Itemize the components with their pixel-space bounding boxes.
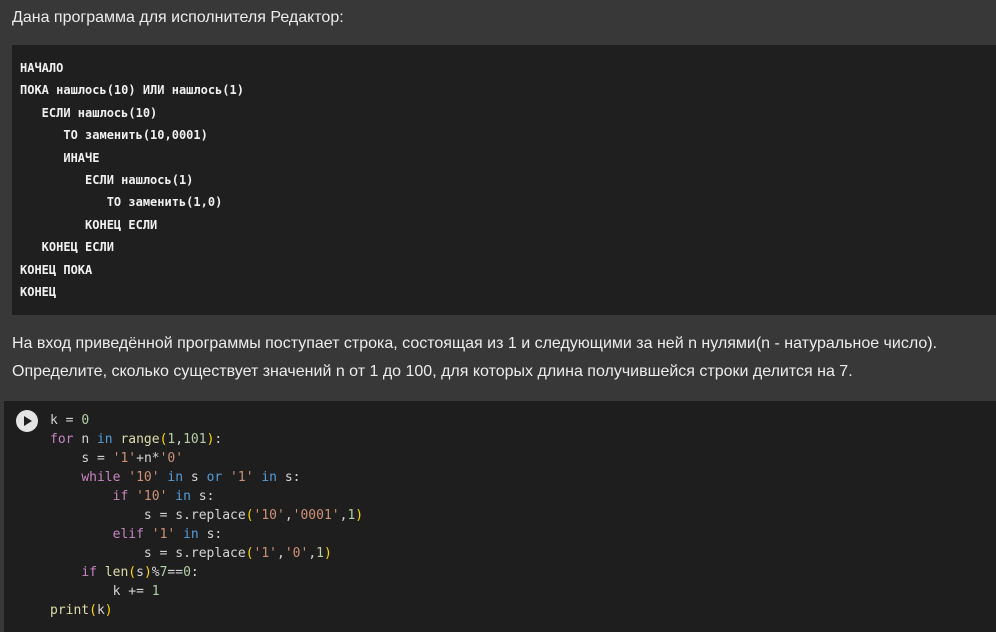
pseudocode-block: НАЧАЛО ПОКА нашлось(10) ИЛИ нашлось(1) Е… [12,45,996,315]
code-editor[interactable]: k = 0 for n in range(1,101): s = '1'+n*'0… [50,411,363,620]
code-line: s = s.replace('1','0',1) [143,546,332,561]
code-line: k = 0 [50,413,90,428]
code-cell[interactable]: k = 0 for n in range(1,101): s = '1'+n*'0… [4,401,996,632]
pseudocode-line: КОНЕЦ ЕСЛИ [20,217,158,232]
code-line: s = s.replace('10','0001',1) [143,508,364,523]
task-heading: Дана программа для исполнителя Редактор: [12,9,344,26]
code-line: if '10' in s: [112,489,215,504]
pseudocode-line: КОНЕЦ ЕСЛИ [20,240,114,255]
code-line: if len(s)%7==0: [81,565,199,580]
pseudocode-lines: НАЧАЛО ПОКА нашлось(10) ИЛИ нашлось(1) Е… [20,57,244,303]
pseudocode-line: КОНЕЦ [20,284,57,299]
code-line: print(k) [50,603,113,618]
code-line: k += 1 [112,584,160,599]
pseudocode-line: ЕСЛИ нашлось(1) [20,172,194,187]
play-circle-icon[interactable] [16,410,38,432]
code-line: elif '1' in s: [112,527,223,542]
pseudocode-line: ПОКА нашлось(10) ИЛИ нашлось(1) [20,83,244,98]
description-line-1: На вход приведённой программы поступает … [12,335,938,352]
task-description: На вход приведённой программы поступает … [12,330,992,386]
pseudocode-line: ЕСЛИ нашлось(10) [20,105,158,120]
code-line: for n in range(1,101): [50,432,223,447]
pseudocode-line: КОНЕЦ ПОКА [20,262,93,277]
pseudocode-line: ТО заменить(1,0) [20,195,223,210]
code-line: while '10' in s or '1' in s: [81,470,301,485]
description-line-2: Определите, сколько существует значений … [12,363,853,380]
code-line: s = '1'+n*'0' [81,451,184,466]
pseudocode-line: ТО заменить(10,0001) [20,128,208,143]
pseudocode-line: ИНАЧЕ [20,150,100,165]
pseudocode-line: НАЧАЛО [20,61,64,75]
